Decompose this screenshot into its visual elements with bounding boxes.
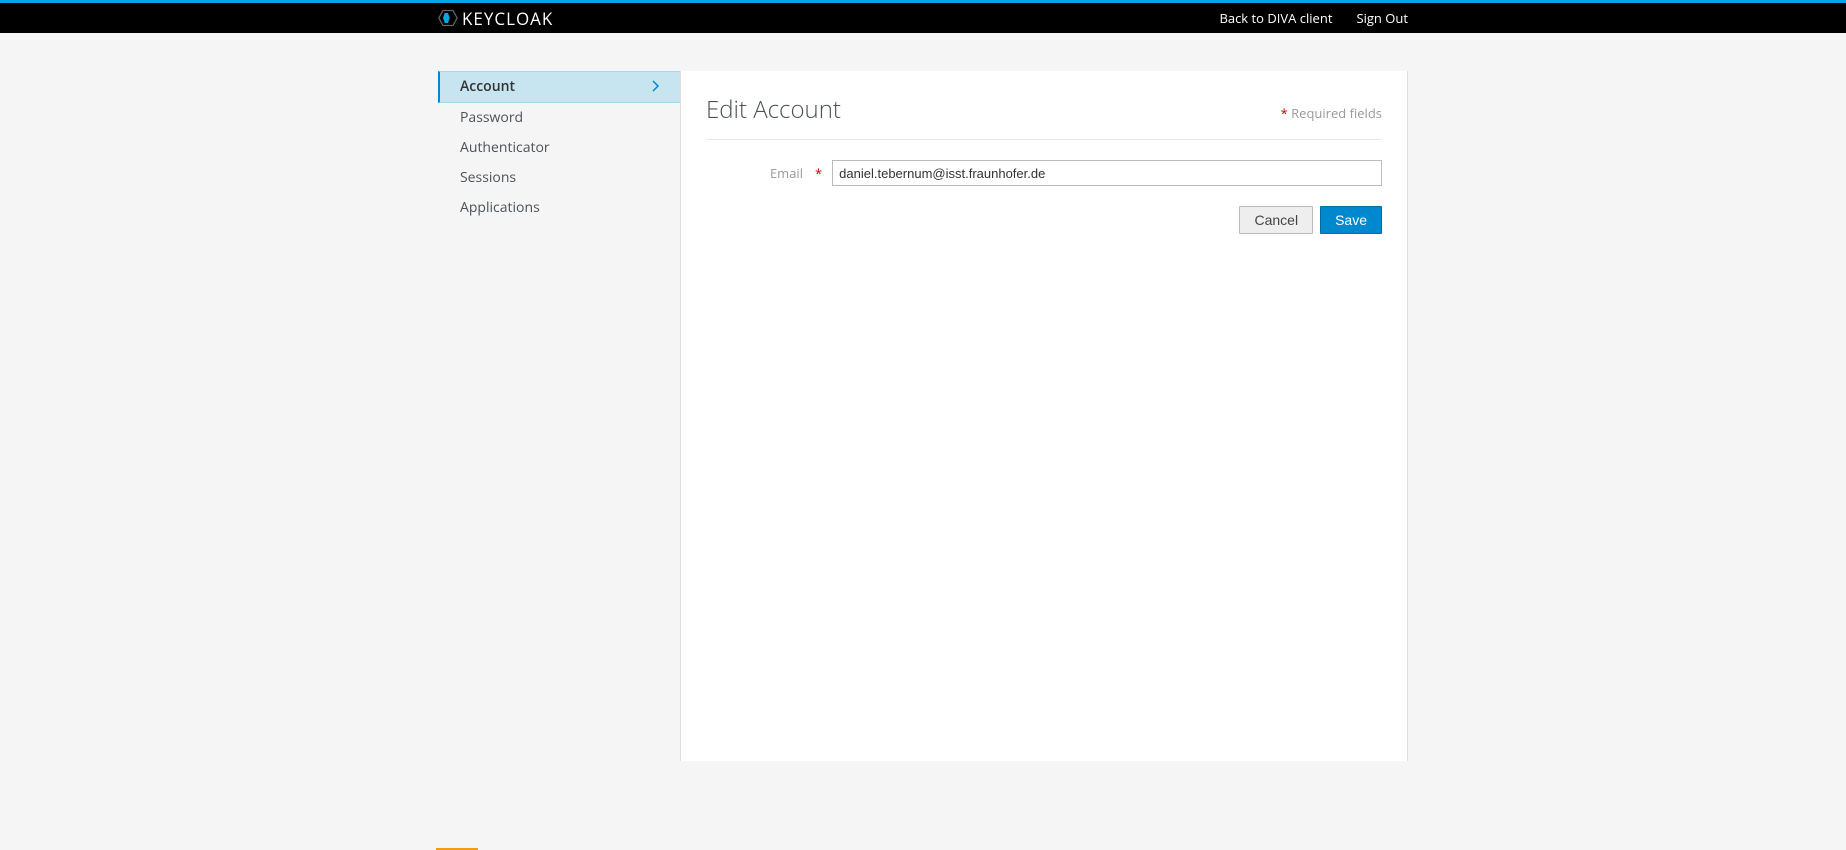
asterisk-icon: * bbox=[1281, 104, 1288, 122]
brand-logo[interactable]: KEYCLOAK bbox=[438, 7, 553, 30]
chevron-right-icon bbox=[652, 78, 660, 96]
main-content: Edit Account * Required fields Email * C… bbox=[680, 71, 1408, 761]
sidebar-item-authenticator[interactable]: Authenticator bbox=[438, 133, 680, 163]
save-button[interactable]: Save bbox=[1320, 206, 1382, 234]
required-asterisk: * bbox=[815, 164, 822, 182]
page-header: Edit Account * Required fields bbox=[706, 93, 1382, 140]
sidebar-item-applications[interactable]: Applications bbox=[438, 193, 680, 223]
sidebar-item-password[interactable]: Password bbox=[438, 103, 680, 133]
form-actions: Cancel Save bbox=[706, 206, 1382, 234]
header-bar: KEYCLOAK Back to DIVA client Sign Out bbox=[0, 3, 1846, 33]
sidebar-item-label: Authenticator bbox=[460, 139, 550, 157]
email-field[interactable] bbox=[832, 160, 1382, 186]
signout-link[interactable]: Sign Out bbox=[1356, 9, 1408, 27]
main-container: Account Password Authenticator Sessions … bbox=[438, 33, 1408, 761]
email-label: Email bbox=[706, 164, 811, 182]
sidebar-item-label: Applications bbox=[460, 199, 540, 217]
page-title: Edit Account bbox=[706, 93, 841, 126]
required-fields-note: * Required fields bbox=[1281, 104, 1382, 122]
sidebar-item-account[interactable]: Account bbox=[438, 71, 680, 103]
cancel-button[interactable]: Cancel bbox=[1239, 206, 1313, 234]
sidebar-nav: Account Password Authenticator Sessions … bbox=[438, 71, 680, 761]
sidebar-item-label: Password bbox=[460, 109, 523, 127]
brand-text: KEYCLOAK bbox=[462, 7, 553, 30]
sidebar-item-sessions[interactable]: Sessions bbox=[438, 163, 680, 193]
back-to-client-link[interactable]: Back to DIVA client bbox=[1219, 9, 1332, 27]
sidebar-item-label: Account bbox=[460, 78, 515, 96]
form-row-email: Email * bbox=[706, 160, 1382, 186]
sidebar-item-label: Sessions bbox=[460, 169, 516, 187]
keycloak-icon bbox=[438, 8, 458, 28]
